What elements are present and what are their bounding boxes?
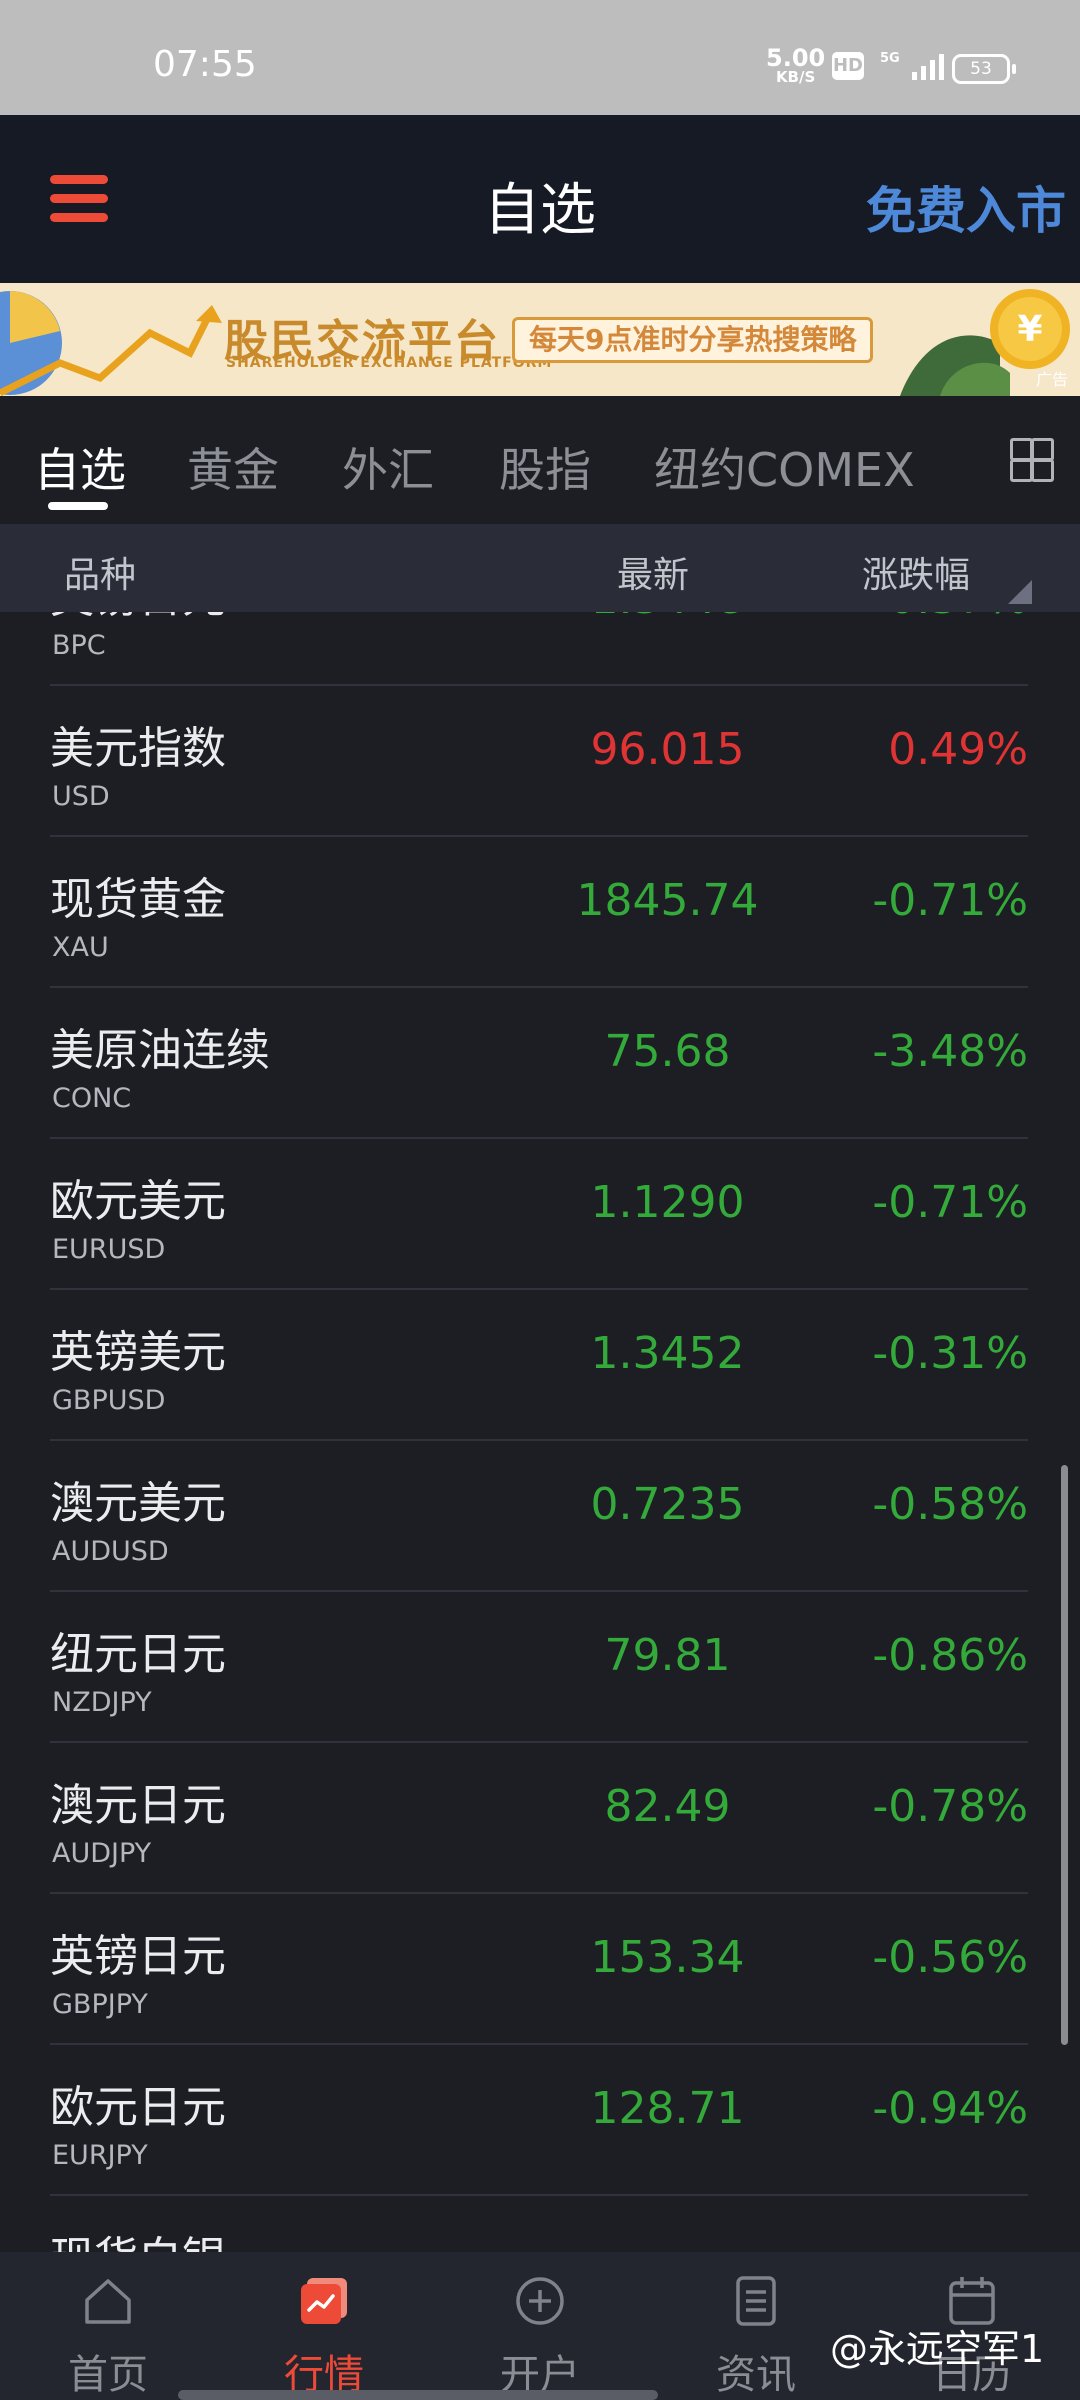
grid-view-icon[interactable]	[1010, 438, 1054, 482]
active-tab-indicator	[48, 502, 108, 510]
quote-change: -0.94%	[872, 2083, 1028, 2134]
quote-price: 1845.74	[576, 875, 759, 926]
quote-row[interactable]: 澳元日元 AUDJPY 82.49 -0.78%	[0, 1743, 1080, 1894]
quote-row[interactable]: 澳元美元 AUDUSD 0.7235 -0.58%	[0, 1441, 1080, 1592]
quote-list[interactable]: 英镑日元 BPC 1.3448 -0.37% 美元指数 USD 96.015 0…	[0, 612, 1080, 2252]
battery-icon: 53	[952, 54, 1016, 84]
quote-change: -0.86%	[872, 1630, 1028, 1681]
quote-price: 1.1290	[590, 1177, 745, 1228]
quote-name: 英镑日元	[50, 612, 226, 625]
quote-name: 澳元美元	[50, 1478, 226, 1529]
quote-price: 96.015	[590, 724, 745, 775]
quote-code: NZDJPY	[52, 1687, 152, 1718]
app-header: 自选 免费入市	[0, 115, 1080, 283]
tab-comex[interactable]: 纽约COMEX	[654, 434, 915, 500]
tab-index[interactable]: 股指	[499, 434, 591, 500]
add-circle-icon	[516, 2277, 564, 2325]
category-tabs: 自选 黄金 外汇 股指 纽约COMEX	[0, 396, 1080, 524]
quote-code: USD	[52, 781, 110, 812]
quote-price: 128.71	[590, 2083, 745, 2134]
quote-code: GBPJPY	[52, 1989, 148, 2020]
column-header: 品种 最新 涨跌幅	[0, 524, 1080, 612]
quote-code: XAU	[52, 932, 109, 963]
status-time: 07:55	[153, 44, 257, 85]
quote-change: -0.71%	[872, 875, 1028, 926]
network-speed: 5.00 KB/S	[766, 46, 825, 85]
column-change[interactable]: 涨跌幅	[862, 546, 970, 598]
quote-change: -0.31%	[872, 1328, 1028, 1379]
quote-price: 0.7235	[590, 1479, 745, 1530]
quote-row[interactable]: 欧元日元 EURJPY 128.71 -0.94%	[0, 2045, 1080, 2196]
quote-name: 美原油连续	[50, 1025, 270, 1076]
quote-name: 欧元日元	[50, 2082, 226, 2133]
quote-price: 82.49	[604, 1781, 731, 1832]
quote-code: EURJPY	[52, 2140, 148, 2171]
quote-name: 纽元日元	[50, 1629, 226, 1680]
quote-code: AUDUSD	[52, 1536, 169, 1567]
free-open-account-link[interactable]: 免费入市	[866, 171, 1066, 243]
svg-text:5G: 5G	[880, 51, 900, 66]
tab-watchlist[interactable]: 自选	[34, 434, 126, 500]
quote-name: 英镑日元	[50, 1931, 226, 1982]
quote-name: 现货黄金	[50, 874, 226, 925]
quote-change: 0.49%	[888, 724, 1028, 775]
banner-title-en: SHAREHOLDER EXCHANGE PLATFORM	[226, 355, 553, 371]
hd-icon: HD	[832, 52, 864, 80]
status-bar: 07:55 5.00 KB/S HD 5G 53	[0, 0, 1080, 115]
quote-code: AUDJPY	[52, 1838, 152, 1869]
quote-row[interactable]: 现货黄金 XAU 1845.74 -0.71%	[0, 837, 1080, 988]
quote-name: 英镑美元	[50, 1327, 226, 1378]
quote-price: 79.81	[604, 1630, 731, 1681]
svg-text:¥: ¥	[1017, 309, 1042, 350]
quote-row[interactable]: 现货白银	[0, 2196, 1080, 2252]
tab-gold[interactable]: 黄金	[187, 434, 279, 500]
quote-code: CONC	[52, 1083, 132, 1114]
quote-row[interactable]: 欧元美元 EURUSD 1.1290 -0.71%	[0, 1139, 1080, 1290]
quote-change: -0.71%	[872, 1177, 1028, 1228]
quote-row[interactable]: 英镑日元 BPC 1.3448 -0.37%	[0, 612, 1080, 686]
scrollbar[interactable]	[1061, 1465, 1068, 2045]
nav-open-account[interactable]: 开户	[432, 2252, 648, 2400]
quote-price: 75.68	[604, 1026, 731, 1077]
quote-row[interactable]: 美原油连续 CONC 75.68 -3.48%	[0, 988, 1080, 1139]
gesture-bar	[178, 2390, 658, 2400]
quote-name: 澳元日元	[50, 1780, 226, 1831]
quote-price: 153.34	[590, 1932, 745, 1983]
tab-forex[interactable]: 外汇	[342, 434, 434, 500]
market-chart-icon	[301, 2278, 347, 2324]
home-icon	[85, 2279, 131, 2324]
quote-row[interactable]: 美元指数 USD 96.015 0.49%	[0, 686, 1080, 837]
nav-home[interactable]: 首页	[0, 2252, 216, 2400]
quote-change: -0.37%	[872, 612, 1028, 624]
quote-change: -0.78%	[872, 1781, 1028, 1832]
column-name: 品种	[64, 555, 137, 596]
quote-row[interactable]: 英镑日元 GBPJPY 153.34 -0.56%	[0, 1894, 1080, 2045]
quote-price: 1.3452	[590, 1328, 745, 1379]
quote-change: -0.56%	[872, 1932, 1028, 1983]
quote-code: GBPUSD	[52, 1385, 166, 1416]
banner-subtitle: 每天9点准时分享热搜策略	[512, 317, 874, 363]
column-price[interactable]: 最新	[617, 546, 689, 598]
sort-indicator-icon	[1008, 580, 1032, 604]
network-speed-value: 5.00	[766, 44, 826, 72]
quote-code: EURUSD	[52, 1234, 166, 1265]
quote-name: 欧元美元	[50, 1176, 226, 1227]
network-speed-unit: KB/S	[775, 68, 816, 86]
quote-name: 现货白银	[50, 2222, 226, 2252]
ad-banner[interactable]: ¥ 股民交流平台 SHAREHOLDER EXCHANGE PLATFORM 每…	[0, 283, 1080, 396]
news-doc-icon	[736, 2276, 776, 2326]
quote-row[interactable]: 英镑美元 GBPUSD 1.3452 -0.31%	[0, 1290, 1080, 1441]
quote-name: 美元指数	[50, 723, 226, 774]
watermark: @永远空军1	[830, 2327, 1045, 2371]
nav-market[interactable]: 行情	[216, 2252, 432, 2400]
quote-row[interactable]: 纽元日元 NZDJPY 79.81 -0.86%	[0, 1592, 1080, 1743]
quote-code: BPC	[52, 630, 106, 661]
ad-label: 广告	[1035, 370, 1068, 389]
quote-change: -0.58%	[872, 1479, 1028, 1530]
quote-change: -3.48%	[872, 1026, 1028, 1077]
quote-price: 1.3448	[520, 612, 815, 624]
